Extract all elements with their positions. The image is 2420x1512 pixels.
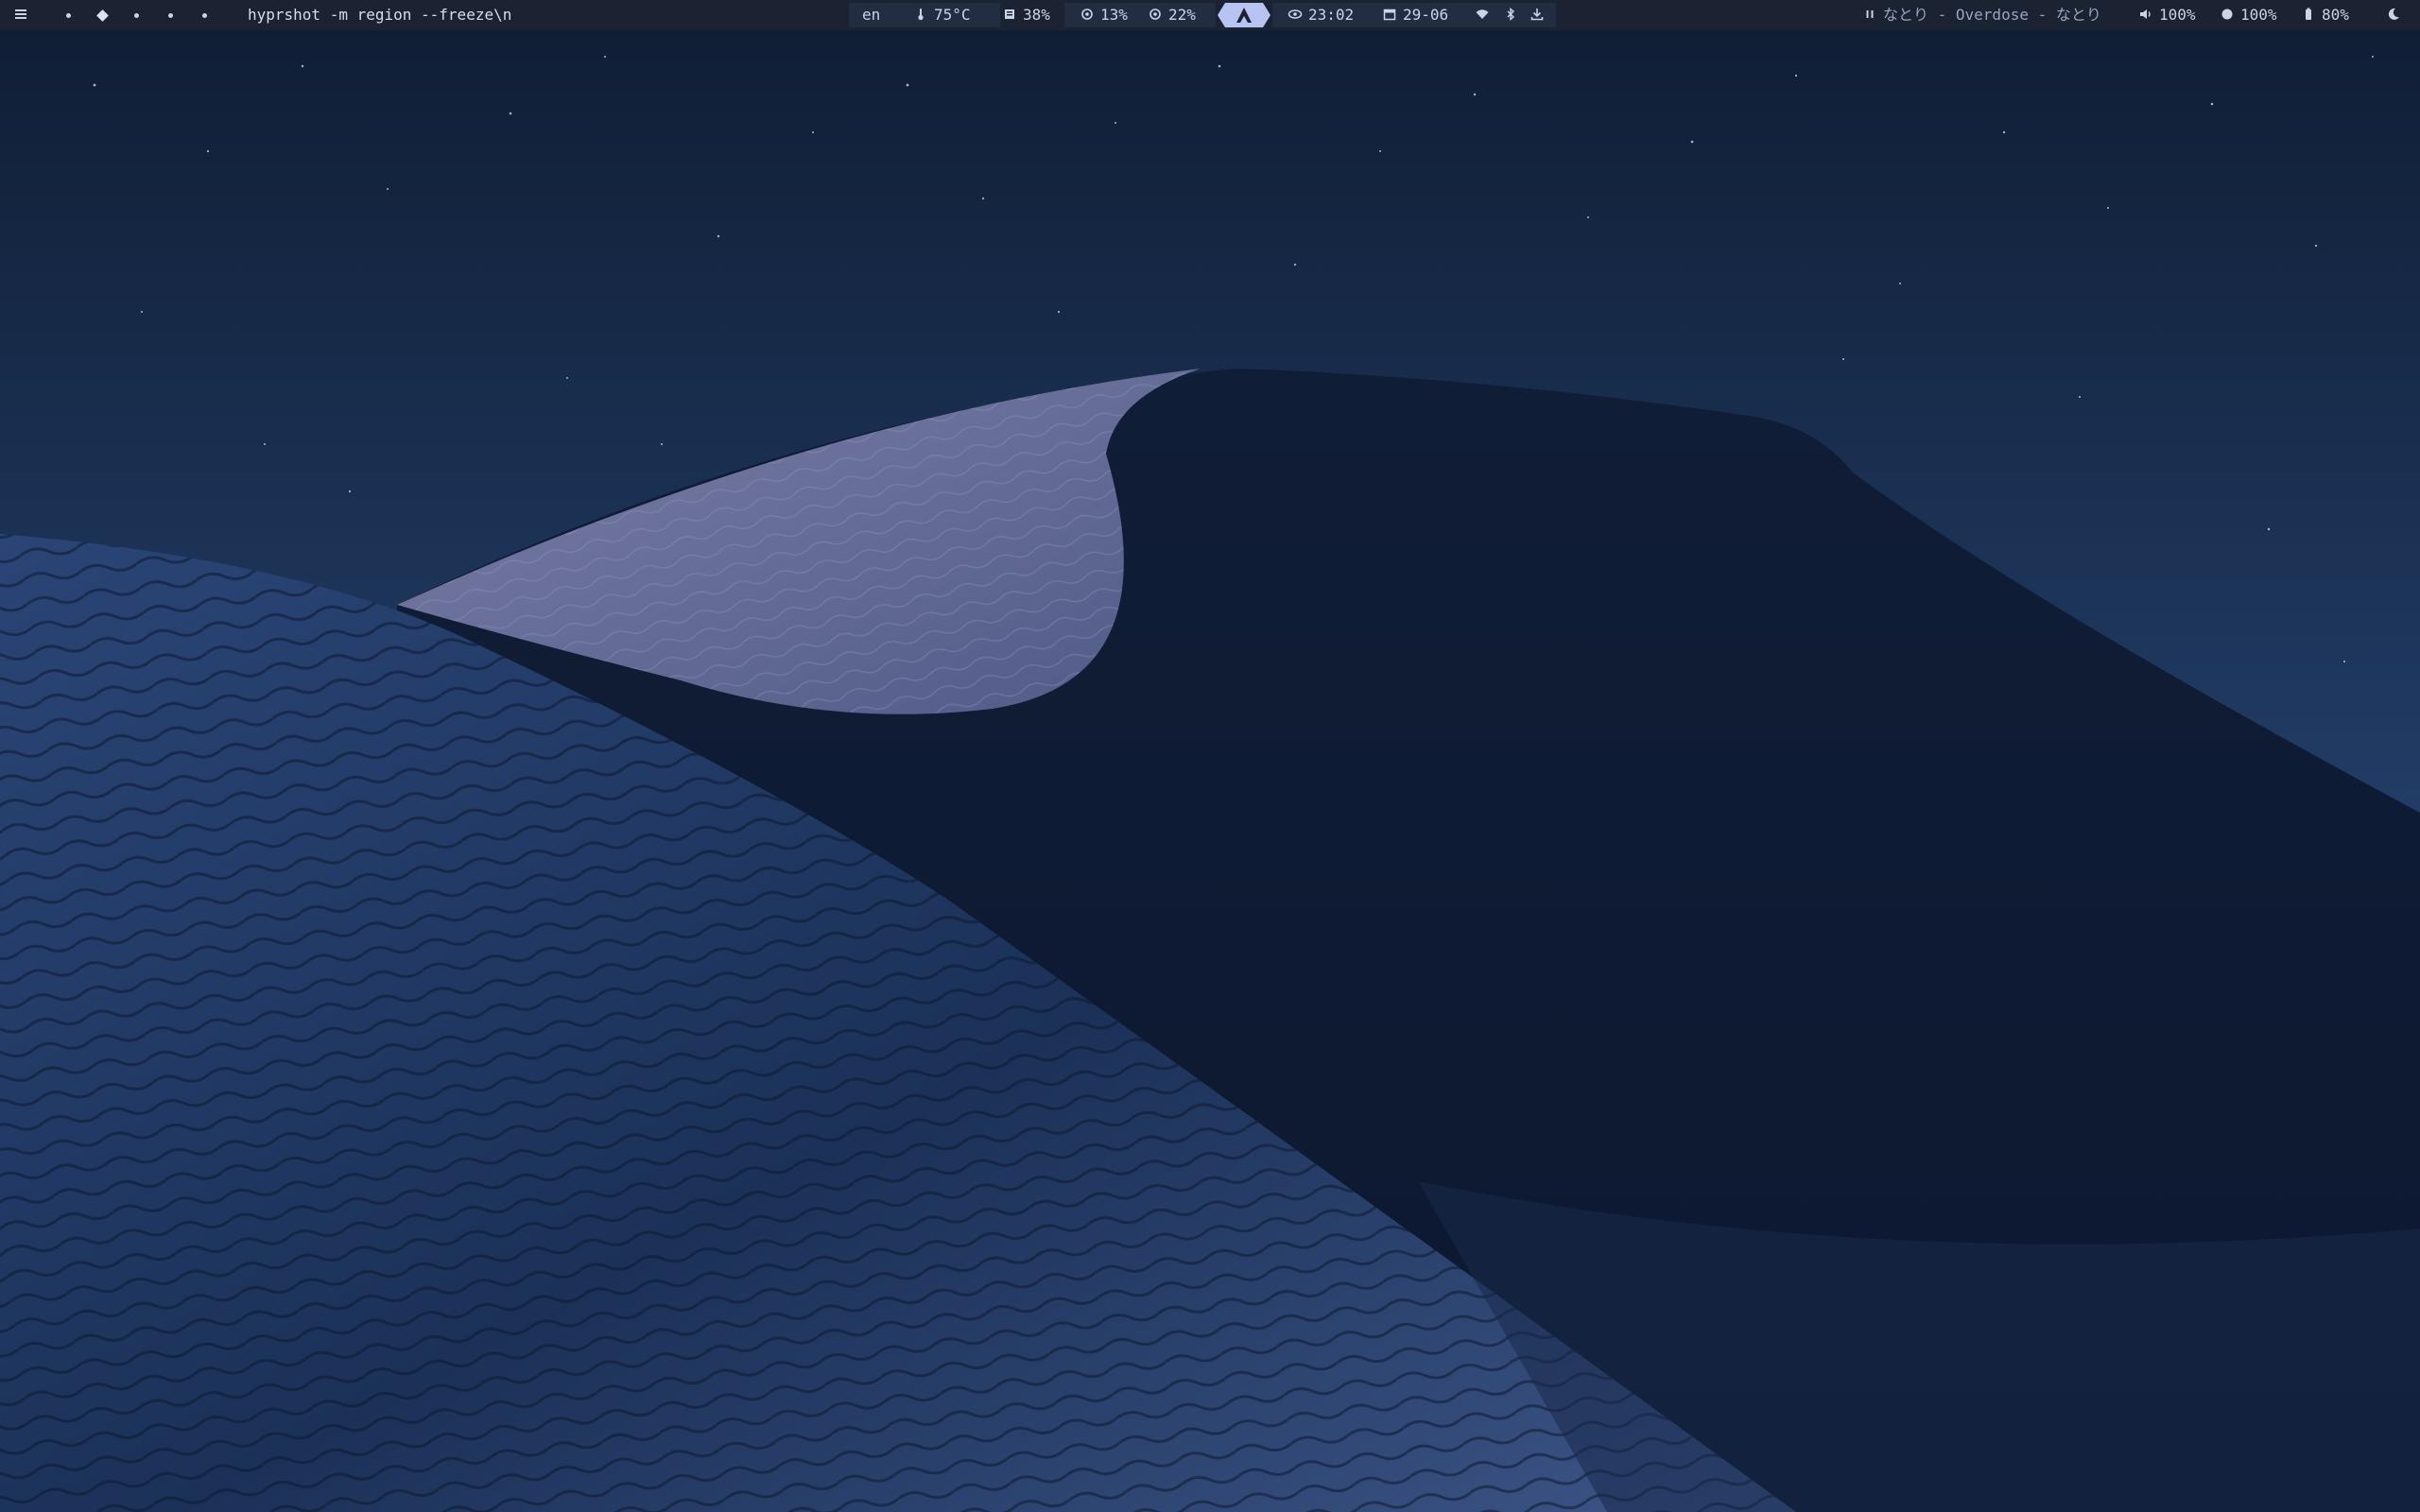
disk-value: 22% <box>1168 6 1196 24</box>
hamburger-menu-icon <box>13 7 28 22</box>
disk-icon <box>1148 7 1163 22</box>
dot-icon <box>201 13 207 18</box>
memory-icon <box>1002 7 1017 22</box>
workspace-5[interactable] <box>189 0 219 30</box>
workspace-1[interactable] <box>53 0 83 30</box>
clock-value: 23:02 <box>1308 6 1355 24</box>
moon-icon <box>2386 7 2401 22</box>
bluetooth-icon <box>1503 7 1518 22</box>
volume-value: 100% <box>2159 6 2196 24</box>
volume-widget[interactable]: 100% <box>2138 0 2196 30</box>
wifi-button[interactable] <box>1475 0 1495 30</box>
desktop: hyprshot -m region --freeze\n en 75°C 38… <box>0 0 2420 1512</box>
brightness-widget[interactable]: 100% <box>2220 0 2277 30</box>
wifi-icon <box>1475 7 1490 22</box>
cpu-widget: 13% <box>1080 0 1128 30</box>
workspace-4[interactable] <box>155 0 185 30</box>
pause-icon <box>1862 7 1877 22</box>
dot-icon <box>167 13 173 18</box>
menu-button[interactable] <box>13 0 34 30</box>
download-icon <box>1530 7 1545 22</box>
media-text: なとり - Overdose - なとり <box>1883 6 2101 24</box>
battery-widget: 80% <box>2301 0 2349 30</box>
cpu-icon <box>1080 7 1095 22</box>
battery-value: 80% <box>2322 6 2349 24</box>
workspace-3[interactable] <box>121 0 151 30</box>
active-window-title: hyprshot -m region --freeze\n <box>248 0 511 30</box>
keyboard-layout-text: en <box>862 6 881 24</box>
calendar-icon <box>1382 7 1397 22</box>
disk-widget: 22% <box>1148 0 1196 30</box>
keyboard-layout[interactable]: en <box>862 0 880 30</box>
updates-button[interactable] <box>1530 0 1550 30</box>
date-value: 29-06 <box>1403 6 1449 24</box>
dot-icon <box>65 13 71 18</box>
battery-icon <box>2301 7 2316 22</box>
workspace-2[interactable] <box>87 0 117 30</box>
speaker-icon <box>2138 7 2153 22</box>
media-player[interactable]: なとり - Overdose - なとり <box>1862 0 2101 30</box>
wallpaper-desert-dunes <box>0 0 2420 1512</box>
top-bar: hyprshot -m region --freeze\n en 75°C 38… <box>0 0 2420 30</box>
temperature-widget: 75°C <box>913 0 971 30</box>
cpu-value: 13% <box>1100 6 1128 24</box>
thermometer-icon <box>913 7 928 22</box>
brightness-value: 100% <box>2240 6 2277 24</box>
theme-toggle-button[interactable] <box>2386 0 2407 30</box>
workspaces <box>53 0 223 30</box>
memory-value: 38% <box>1023 6 1050 24</box>
uptime-widget: 23:02 <box>1288 0 1354 30</box>
dot-icon <box>133 13 139 18</box>
date-widget[interactable]: 29-06 <box>1382 0 1448 30</box>
memory-widget: 38% <box>1002 0 1050 30</box>
eye-icon <box>1288 7 1303 22</box>
arch-linux-logo-button[interactable] <box>1218 3 1270 27</box>
bluetooth-button[interactable] <box>1503 0 1524 30</box>
diamond-icon <box>95 9 109 22</box>
brightness-icon <box>2220 7 2235 22</box>
window-title-text: hyprshot -m region --freeze\n <box>248 6 512 24</box>
temperature-value: 75°C <box>934 6 971 24</box>
